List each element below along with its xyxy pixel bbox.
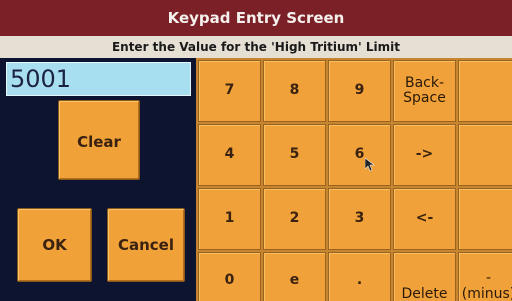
key-9[interactable]: 9 (328, 60, 391, 122)
mouse-pointer-icon (365, 158, 375, 172)
value-input[interactable]: 5001 (6, 62, 191, 96)
key-0[interactable]: 0 (198, 252, 261, 301)
key-4[interactable]: 4 (198, 124, 261, 186)
prompt-label: Enter the Value for the 'High Tritium' L… (0, 36, 512, 58)
ok-button[interactable]: OK (17, 208, 92, 282)
key-cursor-right[interactable]: -> (393, 124, 456, 186)
key-blank-3 (458, 188, 512, 250)
key-backspace[interactable]: Back- Space (393, 60, 456, 122)
key-blank-2 (458, 124, 512, 186)
cancel-button[interactable]: Cancel (107, 208, 185, 282)
key-decimal[interactable]: . (328, 252, 391, 301)
key-7[interactable]: 7 (198, 60, 261, 122)
key-blank-1 (458, 60, 512, 122)
key-cursor-left[interactable]: <- (393, 188, 456, 250)
key-delete[interactable]: Delete (393, 252, 456, 301)
key-3[interactable]: 3 (328, 188, 391, 250)
key-minus[interactable]: - (minus) (458, 252, 512, 301)
key-8[interactable]: 8 (263, 60, 326, 122)
key-2[interactable]: 2 (263, 188, 326, 250)
key-1[interactable]: 1 (198, 188, 261, 250)
keypad-grid: 7 8 9 Back- Space 4 5 6 -> 1 2 3 <- 0 e. Delete - (minu… (196, 58, 512, 301)
window-title: Keypad Entry Screen (0, 0, 512, 36)
key-e[interactable]: e (263, 252, 326, 301)
key-6[interactable]: 6 (328, 124, 391, 186)
key-5[interactable]: 5 (263, 124, 326, 186)
clear-button[interactable]: Clear (58, 100, 140, 180)
